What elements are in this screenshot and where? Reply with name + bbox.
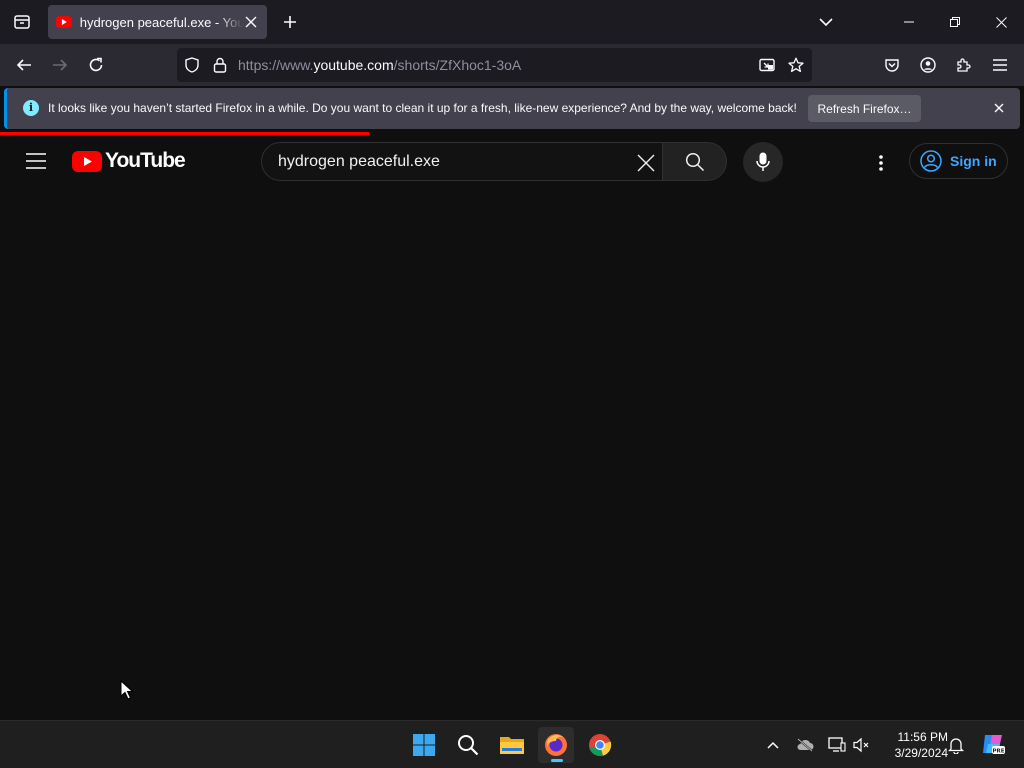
folder-icon — [500, 737, 524, 754]
bookmark-star-icon[interactable] — [788, 57, 804, 73]
hamburger-menu-icon — [993, 59, 1007, 71]
pocket-icon — [885, 59, 899, 72]
windows-start-icon — [413, 734, 435, 756]
clock-time: 11:56 PM — [897, 730, 948, 744]
notification-message: It looks like you haven’t started Firefo… — [48, 101, 797, 115]
tab-close-button[interactable] — [243, 14, 259, 30]
hamburger-menu-icon — [26, 153, 46, 169]
shorts-content-area — [0, 189, 1024, 720]
picture-in-picture-icon[interactable] — [759, 57, 775, 73]
windows-taskbar: 11:56 PM 3/29/2024 PRE — [0, 720, 1024, 768]
account-button[interactable] — [912, 49, 944, 81]
close-icon — [637, 154, 655, 172]
info-icon: i — [23, 100, 39, 116]
sign-in-button[interactable]: Sign in — [909, 143, 1008, 179]
close-icon — [995, 16, 1007, 28]
list-all-tabs-button[interactable] — [803, 0, 849, 44]
youtube-masthead: YouTube Sign in — [0, 135, 1024, 189]
new-tab-button[interactable] — [278, 10, 302, 34]
taskbar-clock[interactable]: 11:56 PM 3/29/2024 — [878, 729, 948, 761]
firefox-view-button[interactable] — [0, 0, 44, 44]
tab-strip: hydrogen peaceful.exe - YouTube — [0, 0, 1024, 44]
volume-muted-icon — [853, 737, 869, 753]
sign-in-label: Sign in — [950, 153, 997, 169]
notification-close-button[interactable] — [991, 100, 1007, 116]
clock-date: 3/29/2024 — [894, 746, 948, 760]
search-button[interactable] — [663, 142, 727, 181]
refresh-firefox-notification: i It looks like you haven’t started Fire… — [4, 88, 1020, 129]
user-circle-icon — [920, 150, 942, 172]
address-bar[interactable]: https://www.youtube.com/shorts/ZfXhoc1-3… — [177, 48, 812, 82]
restore-button[interactable] — [932, 0, 978, 44]
search-icon — [685, 152, 704, 171]
search-input[interactable] — [278, 151, 618, 173]
close-icon — [245, 16, 257, 28]
reload-icon — [89, 57, 103, 72]
restore-icon — [950, 17, 960, 27]
youtube-play-logo-icon — [72, 150, 102, 172]
url-host: youtube.com — [313, 57, 394, 73]
youtube-favicon-icon — [56, 16, 72, 28]
app-menu-button[interactable] — [984, 49, 1016, 81]
navigation-toolbar: https://www.youtube.com/shorts/ZfXhoc1-3… — [0, 44, 1024, 86]
lock-icon[interactable] — [212, 57, 228, 73]
minimize-button[interactable] — [886, 0, 932, 44]
start-button[interactable] — [406, 727, 442, 763]
clear-search-button[interactable] — [634, 151, 658, 175]
account-icon — [920, 57, 936, 73]
search-icon — [458, 735, 479, 756]
back-button[interactable] — [8, 49, 40, 81]
microphone-icon — [756, 152, 770, 171]
volume-tray-button[interactable] — [852, 735, 872, 755]
firefox-view-icon — [14, 15, 30, 29]
forward-button[interactable] — [44, 49, 76, 81]
puzzle-icon — [957, 58, 971, 72]
taskbar-search-button[interactable] — [450, 727, 486, 763]
chrome-icon — [589, 734, 612, 757]
show-hidden-icons-button[interactable] — [763, 735, 783, 755]
copilot-button[interactable]: PRE — [980, 731, 1006, 757]
onedrive-tray-button[interactable] — [795, 735, 815, 755]
tracking-protection-shield-icon[interactable] — [184, 57, 200, 73]
youtube-logo-text: YouTube — [105, 149, 186, 172]
chrome-taskbar-button[interactable] — [582, 727, 618, 763]
voice-search-button[interactable] — [743, 142, 783, 182]
mouse-cursor-icon — [120, 680, 134, 700]
more-vertical-icon — [879, 155, 883, 171]
arrow-left-icon — [16, 59, 31, 71]
pocket-button[interactable] — [876, 49, 908, 81]
url-path: /shorts/ZfXhoc1-3oA — [393, 57, 522, 73]
close-window-button[interactable] — [978, 0, 1024, 44]
firefox-taskbar-button[interactable] — [538, 727, 574, 763]
guide-menu-button[interactable] — [20, 145, 52, 177]
firefox-icon — [545, 734, 567, 756]
settings-more-button[interactable] — [865, 147, 897, 179]
browser-tab-active[interactable]: hydrogen peaceful.exe - YouTube — [48, 5, 267, 39]
url-text: https://www.youtube.com/shorts/ZfXhoc1-3… — [238, 57, 521, 73]
copilot-icon: PRE — [983, 735, 1005, 754]
file-explorer-button[interactable] — [494, 727, 530, 763]
refresh-firefox-button[interactable]: Refresh Firefox… — [808, 95, 921, 122]
chevron-up-icon — [767, 741, 779, 749]
arrow-right-icon — [53, 59, 68, 71]
chevron-down-icon — [819, 18, 833, 27]
active-app-indicator — [551, 759, 563, 762]
network-icon — [828, 737, 846, 752]
minimize-icon — [904, 21, 914, 23]
notifications-button[interactable] — [946, 735, 966, 755]
bell-icon — [948, 738, 964, 754]
search-box — [261, 142, 663, 181]
extensions-button[interactable] — [948, 49, 980, 81]
youtube-logo[interactable]: YouTube — [72, 149, 186, 173]
reload-button[interactable] — [80, 49, 112, 81]
url-scheme: https://www. — [238, 57, 314, 73]
svg-text:PRE: PRE — [992, 748, 1004, 754]
close-icon — [994, 103, 1004, 113]
plus-icon — [284, 16, 296, 28]
cloud-offline-icon — [797, 738, 814, 752]
screen: hydrogen peaceful.exe - YouTube — [0, 0, 1024, 768]
tab-title: hydrogen peaceful.exe - YouTube — [79, 14, 244, 30]
network-tray-button[interactable] — [827, 735, 847, 755]
